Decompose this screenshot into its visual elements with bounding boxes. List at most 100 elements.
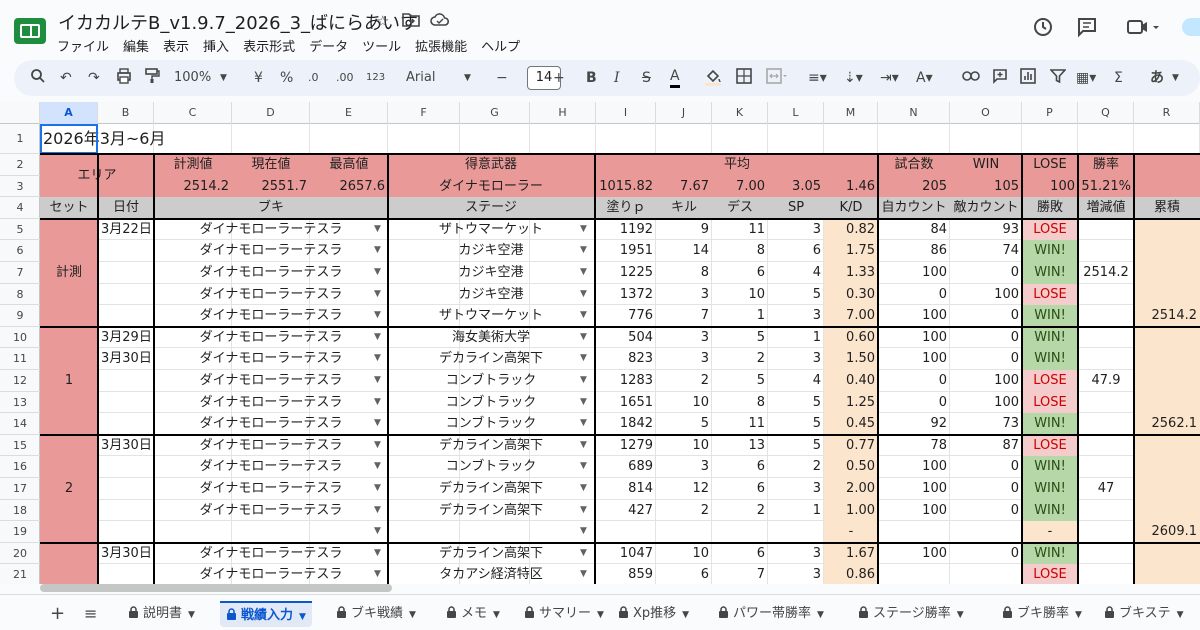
col-enemy-count[interactable]: 敵カウント: [950, 197, 1022, 219]
weapon-dropdown-arrow-icon[interactable]: ▼: [374, 375, 381, 385]
weapon-select[interactable]: ダイナモローラーテスラ: [154, 305, 388, 327]
enemy-count-cell[interactable]: 93: [950, 219, 1022, 241]
stage-select[interactable]: デカライン高架下: [388, 348, 594, 370]
our-count-cell[interactable]: [878, 521, 950, 543]
stage-select[interactable]: ザトウマーケット: [388, 305, 594, 327]
enemy-count-cell[interactable]: 0: [950, 327, 1022, 349]
result-cell[interactable]: WIN!: [1022, 240, 1078, 262]
weapon-select[interactable]: ダイナモローラーテスラ: [154, 240, 388, 262]
kd-cell[interactable]: 0.30: [824, 283, 878, 306]
col-stage[interactable]: ステージ: [388, 197, 594, 219]
column-header-g[interactable]: G: [460, 102, 530, 124]
kill-cell[interactable]: 10: [656, 392, 712, 414]
column-header-p[interactable]: P: [1022, 102, 1078, 124]
header-win[interactable]: WIN: [950, 154, 1022, 176]
history-icon[interactable]: [1032, 16, 1054, 43]
paint-cell[interactable]: 1192: [596, 219, 656, 241]
horizontal-scrollbar[interactable]: [40, 584, 392, 592]
col-date[interactable]: 日付: [98, 197, 154, 219]
kill-cell[interactable]: 7: [656, 305, 712, 327]
currency-format-button[interactable]: ¥: [254, 68, 263, 88]
row-header-6[interactable]: 6: [0, 240, 40, 262]
header-win-rate[interactable]: 勝率: [1078, 154, 1134, 176]
search-menus-icon[interactable]: [30, 68, 46, 88]
stage-select[interactable]: ザトウマーケット: [388, 219, 594, 241]
death-cell[interactable]: 1: [712, 305, 768, 327]
kd-cell[interactable]: 0.77: [824, 434, 878, 457]
summary-avg-death[interactable]: 7.00: [712, 175, 768, 198]
weapon-select[interactable]: ダイナモローラーテスラ: [154, 478, 388, 500]
sheet-tab-0[interactable]: 説明書 ▼: [122, 601, 201, 627]
weapon-select[interactable]: ダイナモローラーテスラ: [154, 456, 388, 478]
cloud-status-icon[interactable]: [430, 12, 450, 32]
kd-cell[interactable]: 0.82: [824, 218, 878, 241]
sp-cell[interactable]: 3: [768, 478, 824, 500]
summary-avg-sp[interactable]: 3.05: [768, 175, 824, 198]
enemy-count-cell[interactable]: 0: [950, 478, 1022, 500]
summary-lose[interactable]: 100: [1022, 175, 1078, 198]
tab-menu-chevron-icon[interactable]: ▼: [597, 610, 604, 620]
our-count-cell[interactable]: 100: [878, 543, 950, 565]
enemy-count-cell[interactable]: 100: [950, 370, 1022, 392]
enemy-count-cell[interactable]: 100: [950, 392, 1022, 414]
summary-win[interactable]: 105: [950, 175, 1022, 198]
weapon-dropdown-arrow-icon[interactable]: ▼: [374, 353, 381, 363]
delta-group-1[interactable]: 47.9: [1078, 327, 1134, 435]
stage-dropdown-arrow-icon[interactable]: ▼: [580, 289, 587, 299]
stage-select[interactable]: デカライン高架下: [388, 543, 594, 565]
star-icon[interactable]: ☆: [376, 12, 389, 30]
column-header-q[interactable]: Q: [1078, 102, 1134, 124]
col-our-count[interactable]: 自カウント: [878, 197, 950, 219]
row-header-10[interactable]: 10: [0, 327, 40, 349]
tab-menu-chevron-icon[interactable]: ▼: [409, 610, 416, 620]
kd-cell[interactable]: 1.00: [824, 499, 878, 522]
sp-cell[interactable]: 3: [768, 543, 824, 565]
weapon-dropdown-arrow-icon[interactable]: ▼: [374, 461, 381, 471]
header-blank[interactable]: [1134, 154, 1200, 176]
enemy-count-cell[interactable]: [950, 564, 1022, 584]
enemy-count-cell[interactable]: 0: [950, 305, 1022, 327]
insert-link-icon[interactable]: [962, 68, 980, 88]
kill-cell[interactable]: 10: [656, 435, 712, 457]
column-header-f[interactable]: F: [388, 102, 460, 124]
column-header-b[interactable]: B: [98, 102, 154, 124]
cumulative-blank[interactable]: [1134, 542, 1200, 584]
weapon-dropdown-arrow-icon[interactable]: ▼: [374, 332, 381, 342]
sp-cell[interactable]: 3: [768, 219, 824, 241]
col-kill[interactable]: キル: [656, 197, 712, 219]
death-cell[interactable]: 8: [712, 392, 768, 414]
kill-cell[interactable]: 12: [656, 478, 712, 500]
kill-cell[interactable]: 2: [656, 370, 712, 392]
result-cell[interactable]: WIN!: [1022, 478, 1078, 500]
result-cell[interactable]: WIN!: [1022, 499, 1078, 522]
row-header-12[interactable]: 12: [0, 370, 40, 392]
select-all-corner[interactable]: [0, 102, 40, 124]
sheet-tab-2[interactable]: ブキ戦績 ▼: [330, 601, 422, 627]
summary-max[interactable]: 2657.6: [310, 175, 388, 198]
menu-format[interactable]: 表示形式: [243, 36, 295, 55]
stage-dropdown-arrow-icon[interactable]: ▼: [580, 526, 587, 536]
sp-cell[interactable]: 2: [768, 456, 824, 478]
increase-decimal-button[interactable]: .00: [336, 68, 354, 88]
summary-avg-kd[interactable]: 1.46: [824, 175, 878, 198]
header-matches[interactable]: 試合数: [878, 154, 950, 176]
document-title[interactable]: イカカルテB_v1.9.7_2026_3_ばにらあいす: [58, 9, 418, 35]
our-count-cell[interactable]: 0: [878, 370, 950, 392]
col-weapon[interactable]: ブキ: [154, 197, 388, 219]
zoom-chevron-icon[interactable]: ▼: [220, 68, 227, 88]
our-count-cell[interactable]: 92: [878, 413, 950, 435]
row-header-5[interactable]: 5: [0, 219, 40, 241]
row-header-7[interactable]: 7: [0, 262, 40, 284]
weapon-select[interactable]: ダイナモローラーテスラ: [154, 413, 388, 435]
stage-select[interactable]: コンブトラック: [388, 456, 594, 478]
column-header-o[interactable]: O: [950, 102, 1022, 124]
enemy-count-cell[interactable]: 87: [950, 435, 1022, 457]
column-header-a[interactable]: A: [40, 102, 98, 124]
row-header-17[interactable]: 17: [0, 478, 40, 500]
sp-cell[interactable]: 5: [768, 413, 824, 435]
col-death[interactable]: デス: [712, 197, 768, 219]
result-cell[interactable]: WIN!: [1022, 326, 1078, 349]
weapon-dropdown-arrow-icon[interactable]: ▼: [374, 310, 381, 320]
paint-cell[interactable]: 1372: [596, 284, 656, 306]
row-header-9[interactable]: 9: [0, 305, 40, 327]
